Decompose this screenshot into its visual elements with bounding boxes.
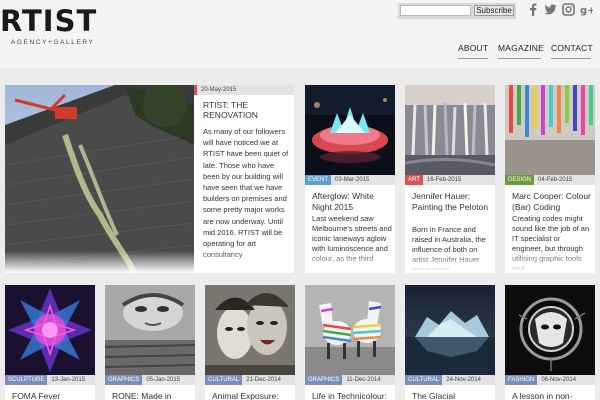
post-date: 13-Jan-2015 [47, 375, 95, 385]
post-date: 20-May-2015 [197, 85, 294, 95]
feature-card[interactable]: 20-May-2015 RTIST: THE RENOVATION As man… [5, 85, 294, 273]
post-meta: GRAPHICS 05-Jan-2015 [105, 375, 195, 385]
site-tagline: AGENCY+GALLERY [11, 39, 95, 46]
category-tag[interactable]: CULTURAL [405, 375, 443, 385]
nav-underline [458, 58, 488, 59]
category-tag[interactable]: GRAPHICS [305, 375, 343, 385]
category-tag[interactable]: EVENT [305, 175, 332, 185]
feature-image[interactable] [5, 85, 194, 273]
post-title[interactable]: Afterglow: White Night 2015 [312, 191, 392, 213]
category-tag[interactable]: SCULPTURE [5, 375, 48, 385]
instagram-icon[interactable] [562, 3, 575, 16]
subscribe-button[interactable]: Subscribe [474, 5, 514, 16]
post-date: 11-Dec-2014 [342, 375, 395, 385]
category-tag[interactable]: CULTURAL [205, 375, 243, 385]
twitter-icon[interactable] [544, 3, 557, 16]
post-thumbnail[interactable] [105, 285, 195, 375]
post-date: 05-Jan-2015 [142, 375, 195, 385]
post-meta: GRAPHICS 11-Dec-2014 [305, 375, 395, 385]
nav-about[interactable]: ABOUT [458, 43, 488, 53]
facebook-icon[interactable] [527, 3, 540, 16]
subscribe-form: Subscribe [398, 3, 516, 19]
site-header: RTIST AGENCY+GALLERY Subscribe g+ ABOUT … [0, 0, 600, 68]
post-meta: CULTURAL 21-Dec-2014 [205, 375, 295, 385]
post-meta: FASHION 06-Nov-2014 [505, 375, 595, 385]
post-date: 04-Feb-2015 [534, 175, 595, 185]
nav-contact[interactable]: CONTACT [551, 43, 593, 53]
post-title[interactable]: Animal Exposure: [212, 391, 292, 400]
post-title[interactable]: Life in Technicolour: [312, 391, 392, 400]
category-tag[interactable]: DESIGN [505, 175, 535, 185]
post-meta: EVENT 03-Mar-2015 [305, 175, 395, 185]
feature-meta: 20-May-2015 [197, 85, 294, 95]
post-card[interactable]: EVENT 03-Mar-2015 Afterglow: White Night… [305, 85, 395, 273]
post-card[interactable]: GRAPHICS 11-Dec-2014 Life in Technicolou… [305, 285, 395, 400]
post-card[interactable]: ART 16-Feb-2015 Jennifer Hauer: Painting… [405, 85, 495, 273]
post-thumbnail[interactable] [405, 285, 495, 375]
post-date: 24-Nov-2014 [442, 375, 495, 385]
nav-underline-active [498, 58, 541, 59]
post-thumbnail[interactable] [405, 85, 495, 175]
excerpt-fade [5, 251, 294, 273]
post-date: 06-Nov-2014 [537, 375, 595, 385]
post-date: 21-Dec-2014 [242, 375, 295, 385]
post-card[interactable]: CULTURAL 21-Dec-2014 Animal Exposure: [205, 285, 295, 400]
post-date: 16-Feb-2015 [422, 175, 495, 185]
post-meta: ART 16-Feb-2015 [405, 175, 495, 185]
post-thumbnail[interactable] [305, 285, 395, 375]
post-card[interactable]: CULTURAL 24-Nov-2014 The Glacial [405, 285, 495, 400]
category-tag[interactable]: FASHION [505, 375, 538, 385]
excerpt-fade [305, 251, 395, 273]
post-thumbnail[interactable] [305, 85, 395, 175]
post-title[interactable]: The Glacial [412, 391, 492, 400]
post-thumbnail[interactable] [505, 85, 595, 175]
post-card[interactable]: GRAPHICS 05-Jan-2015 RONE: Made in [105, 285, 195, 400]
post-meta: DESIGN 04-Feb-2015 [505, 175, 595, 185]
post-card[interactable]: DESIGN 04-Feb-2015 Marc Cooper: Colour (… [505, 85, 595, 273]
post-title[interactable]: Marc Cooper: Colour (Bar) Coding [512, 191, 592, 213]
post-thumbnail[interactable] [505, 285, 595, 375]
excerpt-fade [405, 251, 495, 273]
post-thumbnail[interactable] [5, 285, 95, 375]
feature-excerpt: As many of our followers will have notic… [203, 127, 289, 259]
post-title[interactable]: Jennifer Hauer: Painting the Peloton [412, 191, 492, 213]
post-title[interactable]: A lesson in non- [512, 391, 592, 400]
category-tag[interactable]: GRAPHICS [105, 375, 143, 385]
post-thumbnail[interactable] [205, 285, 295, 375]
svg-text:g+: g+ [580, 6, 593, 17]
nav-magazine[interactable]: MAGAZINE [498, 43, 544, 53]
post-card[interactable]: FASHION 06-Nov-2014 A lesson in non- [505, 285, 595, 400]
excerpt-fade [505, 251, 595, 273]
post-meta: SCULPTURE 13-Jan-2015 [5, 375, 95, 385]
post-title[interactable]: RONE: Made in [112, 391, 192, 400]
post-meta: CULTURAL 24-Nov-2014 [405, 375, 495, 385]
subscribe-input[interactable] [400, 5, 471, 16]
site-logo[interactable]: RTIST [0, 4, 97, 38]
nav-underline [551, 58, 591, 59]
post-card[interactable]: SCULPTURE 13-Jan-2015 FOMA Fever [5, 285, 95, 400]
post-date: 03-Mar-2015 [331, 175, 395, 185]
post-title[interactable]: FOMA Fever [12, 391, 92, 400]
category-tag[interactable]: ART [405, 175, 423, 185]
google-plus-icon[interactable]: g+ [580, 3, 593, 17]
feature-title[interactable]: RTIST: THE RENOVATION [203, 100, 291, 120]
